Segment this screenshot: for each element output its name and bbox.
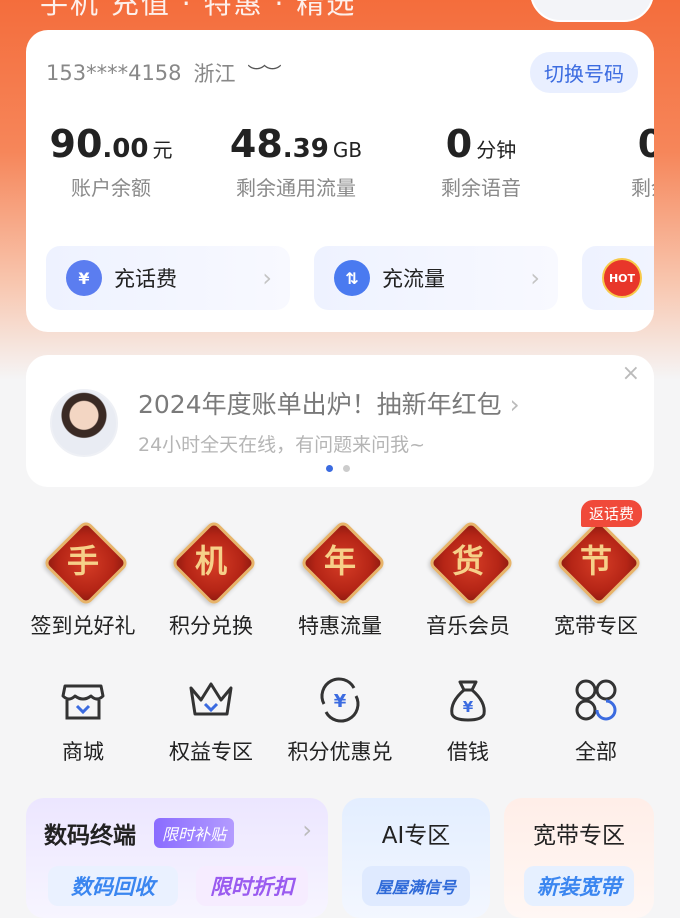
chevron-right-icon: ›	[530, 264, 540, 292]
stat-decimal: .39	[282, 134, 329, 164]
grid-label: 权益专区	[169, 740, 253, 764]
assistant-banner[interactable]: 2024年度账单出炉！抽新年红包 › 24小时全天在线，有问题来问我~ ×	[26, 355, 654, 487]
promo-broadband[interactable]: 宽带专区 新装宽带	[504, 798, 654, 918]
limited-subsidy-tag: 限时补贴	[154, 818, 235, 848]
quick-action-label: 充话费	[114, 267, 177, 291]
phone-number: 153****4158	[46, 61, 182, 85]
switch-number-button[interactable]: 切换号码	[530, 52, 638, 93]
banner-title: 2024年度账单出炉！抽新年红包 ›	[138, 385, 520, 421]
crown-icon	[185, 674, 237, 726]
chevron-right-icon: ›	[509, 390, 520, 419]
assistant-avatar	[50, 389, 118, 457]
stat-value: 0	[637, 122, 654, 166]
cashback-badge: 返话费	[580, 500, 642, 527]
hot-icon: HOT	[602, 258, 642, 298]
store-icon	[57, 674, 109, 726]
stat-other[interactable]: 0 剩余	[566, 122, 654, 201]
grid-item-loan[interactable]: ¥ 借钱	[403, 674, 533, 766]
header-strip-text: 手机 充值 · 特惠 · 精选	[40, 0, 357, 20]
chevron-right-icon: ›	[262, 264, 272, 292]
festive-diamond-icon: 手	[42, 519, 130, 607]
promo-title: 数码终端	[44, 823, 136, 849]
festive-diamond-icon: 机	[170, 519, 258, 607]
grid-item-points-deals[interactable]: ¥ 积分优惠兑	[275, 674, 405, 766]
promo-title: 宽带专区	[533, 823, 625, 849]
grid-item-points-exchange[interactable]: 机 积分兑换	[146, 519, 276, 640]
stat-balance[interactable]: 90.00 元 账户余额	[26, 122, 196, 201]
promo-item-recycle[interactable]: 数码回收	[48, 866, 178, 906]
yuan-coin-icon: ¥	[66, 260, 102, 296]
promo-ai-zone[interactable]: AI专区 屋屋满信号	[342, 798, 490, 918]
yuan-exchange-icon: ¥	[314, 674, 366, 726]
quick-action-label: 充流量	[382, 267, 445, 291]
stat-value: 0	[445, 122, 473, 166]
banner-title-text: 2024年度账单出炉！抽新年红包	[138, 390, 502, 419]
banner-subtitle: 24小时全天在线，有问题来问我~	[138, 434, 426, 456]
grid-label: 积分兑换	[169, 614, 253, 638]
grid-label: 宽带专区	[554, 614, 638, 638]
close-icon[interactable]: ×	[622, 361, 640, 386]
stat-data[interactable]: 48.39 GB 剩余通用流量	[211, 122, 381, 201]
promo-item-discount[interactable]: 限时折扣	[196, 866, 308, 906]
festive-diamond-icon: 节 返话费	[555, 500, 643, 607]
account-info-row: 153****4158 浙江 ︶︶	[46, 58, 282, 88]
diamond-char: 机	[194, 542, 227, 580]
all-grid-icon	[570, 674, 622, 726]
promo-item-signal[interactable]: 屋屋满信号	[362, 866, 470, 906]
stat-unit: 元	[152, 138, 173, 162]
header-person-image	[530, 0, 654, 22]
stat-label: 剩余	[631, 176, 654, 200]
stat-unit: GB	[332, 138, 363, 162]
stat-voice[interactable]: 0 分钟 剩余语音	[396, 122, 566, 201]
stat-label: 剩余语音	[441, 176, 521, 200]
stat-label: 账户余额	[71, 176, 151, 200]
grid-item-benefits[interactable]: 权益专区	[146, 674, 276, 766]
grid-item-broadband[interactable]: 节 返话费 宽带专区	[531, 500, 661, 640]
festive-diamond-icon: 货	[427, 519, 515, 607]
grid-label: 商城	[62, 740, 104, 764]
svg-text:¥: ¥	[463, 698, 474, 716]
chevron-right-icon: ›	[302, 816, 312, 844]
recharge-data-button[interactable]: ⇅ 充流量 ›	[314, 246, 558, 310]
recharge-phone-button[interactable]: ¥ 充话费 ›	[46, 246, 290, 310]
money-bag-icon: ¥	[442, 674, 494, 726]
eye-closed-icon[interactable]: ︶︶	[248, 60, 282, 86]
stat-unit: 分钟	[476, 138, 517, 162]
festive-diamond-icon: 年	[299, 519, 387, 607]
region-label: 浙江	[193, 62, 236, 86]
diamond-char: 节	[579, 542, 612, 580]
svg-text:¥: ¥	[334, 691, 347, 712]
grid-item-checkin[interactable]: 手 签到兑好礼	[18, 519, 148, 640]
stat-value: 90	[49, 122, 103, 166]
hot-offer-button[interactable]: HOT 优	[582, 246, 654, 310]
carousel-dots	[326, 465, 350, 472]
grid-item-store[interactable]: 商城	[18, 674, 148, 766]
grid-label: 签到兑好礼	[30, 614, 136, 638]
stat-decimal: .00	[102, 134, 149, 164]
grid-item-music-member[interactable]: 货 音乐会员	[403, 519, 533, 640]
data-drop-icon: ⇅	[334, 260, 370, 296]
grid-item-special-data[interactable]: 年 特惠流量	[275, 519, 405, 640]
diamond-char: 手	[66, 542, 99, 580]
grid-item-all[interactable]: 全部	[531, 674, 661, 766]
stat-label: 剩余通用流量	[236, 176, 356, 200]
promo-item-new-broadband[interactable]: 新装宽带	[524, 866, 634, 906]
diamond-char: 年	[323, 542, 356, 580]
account-card: 153****4158 浙江 ︶︶ 切换号码 90.00 元 账户余额 48.39…	[26, 30, 654, 332]
promo-title: AI专区	[381, 823, 451, 849]
grid-label: 特惠流量	[298, 614, 382, 638]
grid-label: 音乐会员	[426, 614, 510, 638]
grid-label: 积分优惠兑	[287, 740, 393, 764]
grid-label: 借钱	[447, 740, 489, 764]
stat-value: 48	[229, 122, 283, 166]
carousel-dot[interactable]	[326, 465, 333, 472]
promo-digital-devices[interactable]: 数码终端 限时补贴 › 数码回收 限时折扣	[26, 798, 328, 918]
diamond-char: 货	[451, 542, 484, 580]
carousel-dot[interactable]	[343, 465, 350, 472]
grid-label: 全部	[575, 740, 617, 764]
